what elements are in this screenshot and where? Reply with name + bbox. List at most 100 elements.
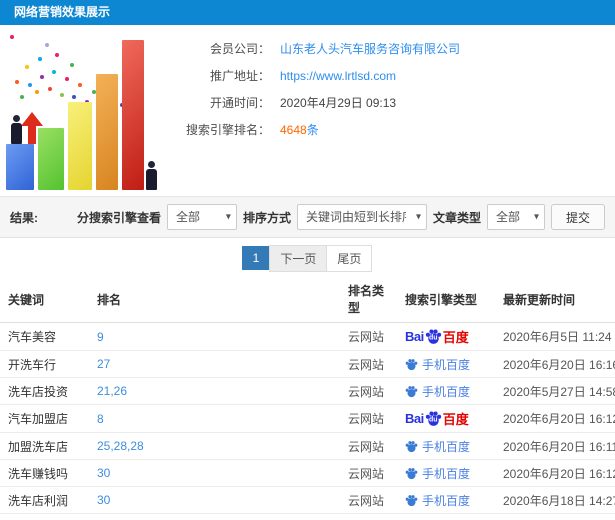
- company-info-list: 会员公司： 山东老人头汽车服务咨询有限公司 推广地址： https://www.…: [160, 25, 615, 196]
- filter-controls: 分搜索引擎查看 全部 排序方式 关键词由短到长排序 文章类型 全部 提交: [77, 204, 605, 230]
- page-title: 网络营销效果展示: [14, 5, 111, 19]
- illustration-bar-green: [38, 128, 64, 190]
- engine-cell: 手机百度: [397, 432, 495, 460]
- updated-cell: 2020年6月20日 16:16: [495, 350, 615, 378]
- marketing-dashboard: 网络营销效果展示 会员公司： 山东老人头汽车服务咨询有限公司 推广地址： htt…: [0, 0, 615, 520]
- baidu-logo: Bai du 百度: [405, 410, 469, 427]
- summary-section: 会员公司： 山东老人头汽车服务咨询有限公司 推广地址： https://www.…: [0, 25, 615, 196]
- updated-cell: 2020年6月20日 16:12: [495, 404, 615, 433]
- info-row-ranking-count: 搜索引擎排名： 4648条: [160, 116, 615, 143]
- rank-cell: 9: [89, 322, 340, 351]
- sort-select-control[interactable]: 关键词由短到长排序: [296, 204, 427, 230]
- rank-type-cell: 云网站: [340, 432, 397, 460]
- info-row-open-time: 开通时间： 2020年4月29日 09:13: [160, 89, 615, 116]
- col-updated: 最新更新时间: [495, 278, 615, 323]
- pagination: 1 下一页 尾页: [0, 238, 615, 278]
- keyword-cell: 汽车加盟店: [0, 404, 89, 433]
- updated-cell: 2020年5月27日 14:58: [495, 377, 615, 405]
- ranking-count-label: 搜索引擎排名：: [185, 123, 270, 137]
- mobile-baidu-logo: 手机百度: [405, 356, 487, 373]
- up-arrow-head-icon: [21, 112, 43, 126]
- mobile-baidu-logo: 手机百度: [405, 383, 487, 400]
- rank-type-cell: 云网站: [340, 513, 397, 520]
- rank-cell: 30: [89, 486, 340, 514]
- engine-filter-label: 分搜索引擎查看: [76, 210, 161, 225]
- table-header-row: 关键词 排名 排名类型 搜索引擎类型 最新更新时间: [0, 278, 615, 323]
- confetti-dots: [10, 35, 14, 39]
- rank-type-cell: 云网站: [340, 377, 397, 405]
- table-row: 加盟洗车店 25,28,28 云网站 手机百度 2020年6月20日 16:11: [0, 432, 615, 460]
- updated-cell: 2020年6月18日 14:30: [495, 513, 615, 520]
- col-keyword: 关键词: [0, 278, 89, 323]
- engine-cell: 手机百度: [397, 459, 495, 487]
- mobile-baidu-logo: 手机百度: [405, 465, 487, 482]
- submit-button[interactable]: 提交: [550, 204, 605, 230]
- ranking-count-number: 4648: [280, 123, 307, 137]
- updated-cell: 2020年6月20日 16:12: [495, 459, 615, 487]
- mobile-baidu-paw-icon: [405, 440, 418, 453]
- table-row: 汽车加盟店 8 云网站 Bai du 百度 2020年6月20日 16:12: [0, 404, 615, 433]
- article-type-select-control[interactable]: 全部: [486, 204, 545, 230]
- up-arrow-icon: [28, 124, 36, 144]
- next-page-button[interactable]: 下一页: [269, 244, 328, 272]
- page-header: 网络营销效果展示: [0, 0, 615, 25]
- promo-url-label: 推广地址：: [209, 69, 270, 83]
- mobile-baidu-paw-icon: [405, 385, 418, 398]
- keyword-cell: 洗车赚钱吗: [0, 459, 89, 487]
- baidu-logo: Bai du 百度: [405, 328, 469, 345]
- bar-chart-illustration: [0, 25, 160, 196]
- rank-cell: 3: [89, 513, 340, 520]
- keyword-cell: 洗车店加盟: [0, 513, 89, 520]
- baidu-paw-icon: du: [425, 328, 442, 345]
- sort-select[interactable]: 关键词由短到长排序: [296, 204, 427, 230]
- engine-filter-select[interactable]: 全部: [166, 204, 237, 230]
- info-row-company: 会员公司： 山东老人头汽车服务咨询有限公司: [160, 35, 615, 62]
- last-page-button[interactable]: 尾页: [326, 244, 373, 272]
- mobile-baidu-logo: 手机百度: [405, 492, 487, 509]
- engine-cell: Bai du 百度: [397, 513, 495, 520]
- col-engine-type: 搜索引擎类型: [397, 278, 495, 323]
- engine-cell: 手机百度: [397, 350, 495, 378]
- engine-cell: 手机百度: [397, 377, 495, 405]
- table-row: 洗车店利润 30 云网站 手机百度 2020年6月18日 14:27: [0, 486, 615, 514]
- sort-label: 排序方式: [242, 210, 291, 225]
- engine-cell: Bai du 百度: [397, 322, 495, 351]
- promo-url-link[interactable]: https://www.lrtlsd.com: [280, 69, 396, 83]
- mobile-baidu-paw-icon: [405, 494, 418, 507]
- rank-cell: 21,26: [89, 377, 340, 405]
- article-type-select[interactable]: 全部: [486, 204, 545, 230]
- article-type-label: 文章类型: [432, 210, 481, 225]
- rank-cell: 8: [89, 404, 340, 433]
- info-row-url: 推广地址： https://www.lrtlsd.com: [160, 62, 615, 89]
- engine-filter-select-control[interactable]: 全部: [166, 204, 237, 230]
- engine-cell: Bai du 百度: [397, 404, 495, 433]
- updated-cell: 2020年6月18日 14:27: [495, 486, 615, 514]
- engine-cell: 手机百度: [397, 486, 495, 514]
- table-row: 洗车赚钱吗 30 云网站 手机百度 2020年6月20日 16:12: [0, 459, 615, 487]
- rank-type-cell: 云网站: [340, 486, 397, 514]
- rank-type-cell: 云网站: [340, 404, 397, 433]
- ranking-count-unit: 条: [306, 123, 319, 137]
- col-rank: 排名: [89, 278, 340, 323]
- rank-cell: 27: [89, 350, 340, 378]
- rank-type-cell: 云网站: [340, 322, 397, 351]
- keyword-cell: 开洗车行: [0, 350, 89, 378]
- table-row: 洗车店投资 21,26 云网站 手机百度 2020年5月27日 14:58: [0, 377, 615, 405]
- rank-cell: 25,28,28: [89, 432, 340, 460]
- table-row: 洗车店加盟 3 云网站 Bai du 百度 2020年6月18日 14:30: [0, 513, 615, 520]
- illustration-bar-yellow: [68, 102, 92, 190]
- illustration-bar-red: [122, 40, 144, 190]
- rank-cell: 30: [89, 459, 340, 487]
- table-row: 汽车美容 9 云网站 Bai du 百度 2020年6月5日 11:24: [0, 322, 615, 351]
- result-label: 结果:: [10, 210, 38, 225]
- page-1-button[interactable]: 1: [241, 246, 271, 270]
- mobile-baidu-paw-icon: [405, 358, 418, 371]
- company-name-link[interactable]: 山东老人头汽车服务咨询有限公司: [280, 40, 460, 57]
- illustration-bar-orange: [96, 74, 118, 190]
- open-time-value: 2020年4月29日 09:13: [280, 96, 397, 110]
- businessman-figure: [11, 115, 22, 144]
- baidu-paw-icon: du: [425, 410, 442, 427]
- mobile-baidu-paw-icon: [405, 467, 418, 480]
- keyword-cell: 加盟洗车店: [0, 432, 89, 460]
- rank-type-cell: 云网站: [340, 350, 397, 378]
